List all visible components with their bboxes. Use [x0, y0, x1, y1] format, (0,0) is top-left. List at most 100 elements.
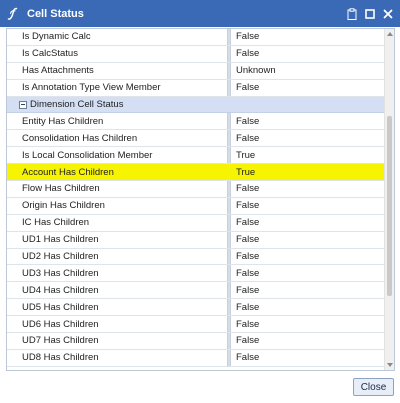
property-value: False: [236, 115, 260, 127]
vertical-scrollbar[interactable]: [384, 29, 394, 370]
property-name-cell: UD4 Has Children: [17, 282, 227, 298]
property-name: Is Annotation Type View Member: [22, 82, 161, 94]
property-value-cell: False: [231, 80, 384, 96]
row-gutter: [7, 62, 17, 79]
property-row[interactable]: UD4 Has Children False: [7, 282, 384, 300]
group-header-row[interactable]: Dimension Cell Status: [7, 96, 384, 114]
property-name: Flow Has Children: [22, 183, 100, 195]
row-gutter: [7, 79, 17, 96]
property-name-cell: Account Has Children: [17, 164, 227, 180]
property-name: Is Dynamic Calc: [22, 31, 91, 43]
property-row[interactable]: Consolidation Has Children False: [7, 130, 384, 148]
property-name-cell: Entity Has Children: [17, 113, 227, 129]
property-value-cell: False: [231, 249, 384, 265]
property-row[interactable]: IC Has Children False: [7, 214, 384, 232]
row-gutter: [7, 349, 17, 366]
property-value-cell: False: [231, 215, 384, 231]
property-value: True: [236, 149, 256, 161]
property-name-cell: Has Attachments: [17, 63, 227, 79]
row-gutter: [7, 265, 17, 282]
property-name-cell: IC Has Children: [17, 215, 227, 231]
window-title: Cell Status: [27, 7, 84, 20]
property-name: Account Has Children: [22, 166, 114, 178]
property-value-cell: False: [231, 130, 384, 146]
property-name: UD3 Has Children: [22, 267, 99, 279]
property-row[interactable]: Has Attachments Unknown: [7, 62, 384, 80]
property-name: UD4 Has Children: [22, 284, 99, 296]
property-row[interactable]: Origin Has Children False: [7, 197, 384, 215]
property-name-cell: UD8 Has Children: [17, 350, 227, 366]
property-name: Entity Has Children: [22, 115, 104, 127]
property-name: Is CalcStatus: [22, 48, 78, 60]
maximize-icon[interactable]: [362, 5, 378, 23]
property-name: UD8 Has Children: [22, 352, 99, 364]
row-gutter: [7, 214, 17, 231]
row-gutter: [7, 248, 17, 265]
property-row[interactable]: UD1 Has Children False: [7, 231, 384, 249]
property-row[interactable]: UD6 Has Children False: [7, 316, 384, 334]
property-row[interactable]: Is Annotation Type View Member False: [7, 79, 384, 97]
property-value: False: [236, 318, 260, 330]
property-value: False: [236, 284, 260, 296]
property-row[interactable]: UD8 Has Children False: [7, 349, 384, 367]
property-value: False: [236, 234, 260, 246]
property-row[interactable]: UD5 Has Children False: [7, 299, 384, 317]
property-row[interactable]: Entity Has Children False: [7, 113, 384, 131]
row-gutter: [7, 96, 17, 113]
property-row[interactable]: UD2 Has Children False: [7, 248, 384, 266]
property-row[interactable]: Flow Has Children False: [7, 181, 384, 198]
property-row[interactable]: Is Local Consolidation Member True: [7, 147, 384, 165]
row-gutter: [7, 147, 17, 164]
window-controls: [344, 0, 396, 27]
property-value: False: [236, 132, 260, 144]
property-row[interactable]: Is Dynamic Calc False: [7, 29, 384, 46]
property-value-cell: False: [231, 282, 384, 298]
property-value: False: [236, 217, 260, 229]
property-name: UD5 Has Children: [22, 301, 99, 313]
close-icon[interactable]: [380, 5, 396, 23]
property-name: UD2 Has Children: [22, 251, 99, 263]
property-name: Has Attachments: [22, 65, 94, 77]
property-name-cell: UD2 Has Children: [17, 249, 227, 265]
row-gutter: [7, 130, 17, 147]
property-name: Is Local Consolidation Member: [22, 149, 153, 161]
scroll-up-arrow-icon[interactable]: [385, 29, 394, 39]
property-list: Is Dynamic Calc False Is CalcStatus False Ha…: [7, 29, 384, 367]
property-name-cell: UD3 Has Children: [17, 265, 227, 281]
property-name-cell: Flow Has Children: [17, 181, 227, 197]
property-value: False: [236, 352, 260, 364]
property-name-cell: Dimension Cell Status: [17, 97, 227, 113]
property-name: UD6 Has Children: [22, 318, 99, 330]
property-value-cell: Unknown: [231, 63, 384, 79]
row-gutter: [7, 299, 17, 316]
property-value-cell: False: [231, 113, 384, 129]
property-name-cell: UD1 Has Children: [17, 232, 227, 248]
cell-status-grid[interactable]: Is Dynamic Calc False Is CalcStatus False Ha…: [6, 28, 395, 371]
scroll-down-arrow-icon[interactable]: [385, 360, 394, 370]
property-row[interactable]: UD3 Has Children False: [7, 265, 384, 283]
row-gutter: [7, 282, 17, 299]
property-row[interactable]: UD7 Has Children False: [7, 333, 384, 350]
property-name-cell: Is Annotation Type View Member: [17, 80, 227, 96]
clipboard-icon[interactable]: [344, 5, 360, 23]
property-name-cell: UD6 Has Children: [17, 316, 227, 332]
property-row[interactable]: Is CalcStatus False: [7, 45, 384, 63]
property-value: True: [236, 166, 256, 178]
row-gutter: [7, 164, 17, 181]
scrollbar-thumb[interactable]: [387, 116, 392, 297]
row-gutter: [7, 181, 17, 197]
property-value: False: [236, 301, 260, 313]
property-value: Unknown: [236, 65, 276, 77]
property-value-cell: False: [231, 198, 384, 214]
property-value-cell: [231, 97, 384, 113]
property-value-cell: False: [231, 265, 384, 281]
collapse-icon[interactable]: [19, 100, 27, 109]
property-value-cell: False: [231, 29, 384, 45]
property-value-cell: False: [231, 316, 384, 332]
property-row[interactable]: Account Has Children True: [7, 164, 384, 182]
row-gutter: [7, 231, 17, 248]
property-name-cell: Consolidation Has Children: [17, 130, 227, 146]
property-value: False: [236, 48, 260, 60]
row-gutter: [7, 29, 17, 45]
close-button[interactable]: Close: [353, 378, 394, 396]
